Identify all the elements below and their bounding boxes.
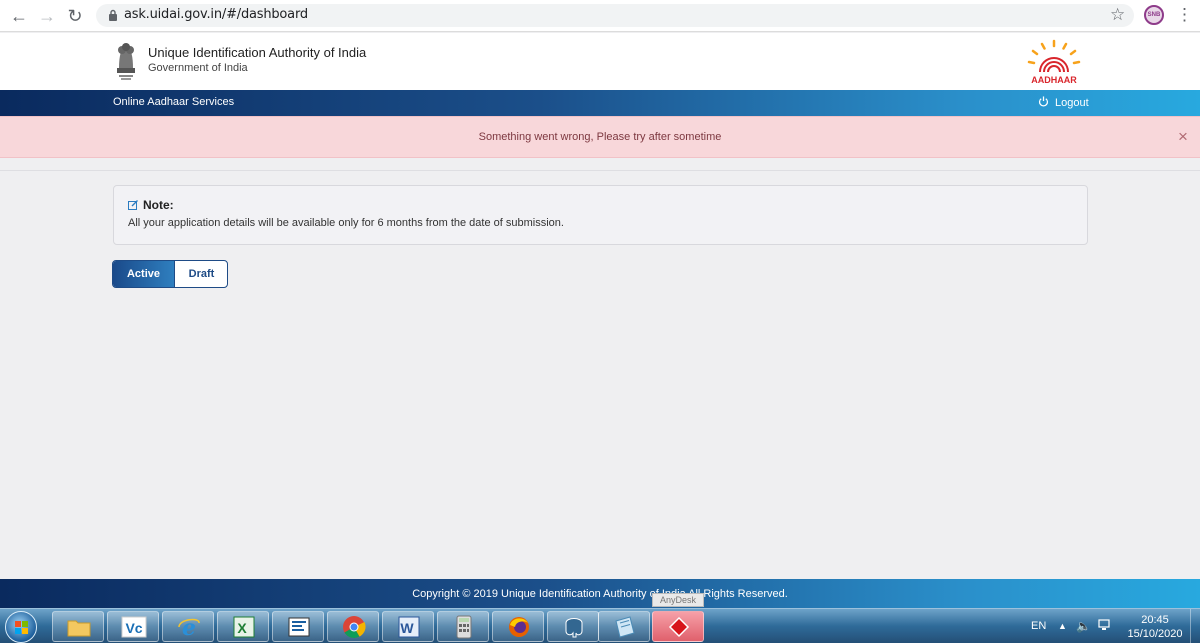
tray-expand-icon[interactable]: ▲	[1058, 621, 1067, 631]
forward-icon[interactable]: →	[36, 5, 58, 27]
windows-taskbar: Vc e X W EN ▲ 🔈 20:45 15/10/2020	[0, 608, 1200, 643]
tab-draft[interactable]: Draft	[174, 261, 227, 287]
language-indicator[interactable]: EN	[1031, 620, 1046, 632]
anydesk-icon	[668, 616, 690, 638]
aadhaar-logo-text: AADHAAR	[1031, 75, 1077, 85]
note-body: All your application details will be ava…	[128, 217, 564, 229]
note-heading-text: Note:	[143, 198, 174, 212]
vnc-icon: Vc	[121, 616, 147, 638]
volume-icon[interactable]: 🔈	[1076, 619, 1091, 633]
elephant-icon	[565, 618, 583, 638]
org-subtitle: Government of India	[148, 62, 248, 74]
note-heading: Note:	[128, 198, 174, 212]
chrome-icon	[343, 616, 366, 638]
svg-text:X: X	[237, 620, 247, 636]
windows-logo-icon	[15, 621, 28, 634]
tool-app-icon	[288, 617, 310, 637]
url-text[interactable]: ask.uidai.gov.in/#/dashboard	[124, 7, 308, 22]
taskbar-notepad-app[interactable]	[598, 611, 650, 642]
back-icon[interactable]: ←	[8, 5, 30, 27]
logout-label: Logout	[1055, 97, 1089, 109]
excel-icon: X	[233, 616, 255, 638]
browser-menu-icon[interactable]: ⋮	[1176, 5, 1193, 25]
taskbar-tooltip: AnyDesk	[652, 593, 704, 607]
firefox-icon	[509, 617, 529, 637]
svg-text:e: e	[182, 615, 196, 639]
site-footer: Copyright © 2019 Unique Identification A…	[0, 579, 1200, 608]
logout-link[interactable]: Logout	[1038, 96, 1089, 109]
taskbar-internet-explorer[interactable]: e	[162, 611, 214, 642]
copyright-text: Copyright © 2019 Unique Identification A…	[412, 588, 788, 600]
divider	[0, 170, 1200, 171]
nav-title[interactable]: Online Aadhaar Services	[113, 96, 234, 108]
alert-message: Something went wrong, Please try after s…	[478, 131, 722, 143]
taskbar-app-tool[interactable]	[272, 611, 324, 642]
taskbar-anydesk[interactable]	[652, 611, 704, 642]
taskbar-postgresql[interactable]	[547, 611, 599, 642]
svg-text:Vc: Vc	[125, 620, 142, 636]
lock-icon	[109, 9, 117, 21]
application-status-toggle: Active Draft	[112, 260, 228, 288]
site-header: Unique Identification Authority of India…	[0, 33, 1200, 90]
close-icon[interactable]: ×	[1178, 127, 1188, 147]
services-nav-bar: Online Aadhaar Services Logout	[0, 90, 1200, 116]
error-alert: Something went wrong, Please try after s…	[0, 116, 1200, 158]
start-button[interactable]	[5, 611, 37, 643]
note-box: Note: All your application details will …	[113, 185, 1088, 245]
tab-active[interactable]: Active	[113, 261, 174, 287]
reload-icon[interactable]: ↻	[64, 5, 86, 27]
browser-toolbar: ← → ↻ ask.uidai.gov.in/#/dashboard ☆ SNB…	[0, 0, 1200, 32]
clock-date[interactable]: 15/10/2020	[1125, 628, 1185, 640]
aadhaar-logo: AADHAAR	[1027, 39, 1081, 85]
word-icon: W	[398, 616, 420, 638]
taskbar-file-explorer[interactable]	[52, 611, 104, 642]
show-desktop-button[interactable]	[1190, 609, 1200, 643]
taskbar-excel[interactable]: X	[217, 611, 269, 642]
network-icon[interactable]	[1098, 619, 1110, 631]
taskbar-vnc-viewer[interactable]: Vc	[107, 611, 159, 642]
power-icon	[1038, 96, 1049, 107]
taskbar-chrome[interactable]	[327, 611, 379, 642]
internet-explorer-icon: e	[178, 615, 200, 639]
profile-avatar[interactable]: SNB	[1144, 5, 1164, 25]
taskbar-calculator[interactable]	[437, 611, 489, 642]
clock-time[interactable]: 20:45	[1125, 614, 1185, 626]
edit-icon	[128, 200, 138, 210]
svg-text:W: W	[400, 620, 414, 636]
taskbar-firefox[interactable]	[492, 611, 544, 642]
national-emblem-icon	[117, 43, 135, 80]
taskbar-word[interactable]: W	[382, 611, 434, 642]
notebook-icon	[615, 616, 635, 638]
calculator-icon	[456, 615, 472, 639]
org-name: Unique Identification Authority of India	[148, 45, 367, 60]
folder-icon	[67, 620, 91, 637]
bookmark-star-icon[interactable]: ☆	[1110, 5, 1125, 25]
